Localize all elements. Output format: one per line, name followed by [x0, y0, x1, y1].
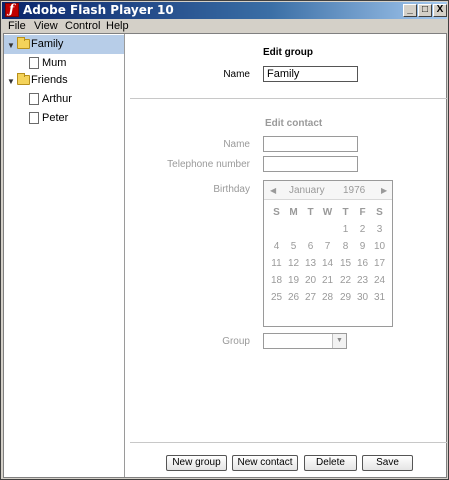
calendar-weekday: S — [376, 207, 383, 218]
calendar-day[interactable]: 27 — [302, 292, 319, 303]
folder-icon — [17, 37, 30, 49]
calendar-day[interactable]: 31 — [371, 292, 388, 303]
calendar-weekday: M — [289, 207, 298, 218]
group-select[interactable]: ▼ — [263, 333, 347, 349]
telephone-label: Telephone number — [167, 159, 250, 170]
new-contact-button[interactable]: New contact — [232, 455, 298, 471]
calendar-day[interactable]: 30 — [354, 292, 371, 303]
calendar-day[interactable]: 17 — [371, 258, 388, 269]
calendar-day[interactable]: 16 — [354, 258, 371, 269]
edit-contact-heading: Edit contact — [265, 118, 323, 129]
next-month-icon[interactable]: ▶ — [381, 186, 387, 195]
calendar-day[interactable]: 28 — [319, 292, 336, 303]
contact-icon — [29, 93, 39, 105]
menu-bar: File View Control Help — [2, 19, 447, 33]
contact-name-label: Name — [223, 139, 250, 150]
contact-icon — [29, 112, 39, 124]
tree-item-label: Family — [31, 38, 64, 50]
calendar-month: January — [289, 185, 325, 196]
maximize-button[interactable]: □ — [418, 4, 432, 17]
menu-view[interactable]: View — [34, 20, 58, 32]
close-button[interactable]: X — [433, 4, 447, 17]
calendar-day[interactable]: 15 — [337, 258, 354, 269]
calendar-weekday: T — [342, 207, 349, 218]
calendar-day[interactable]: 7 — [319, 241, 336, 252]
calendar-weekday: W — [322, 207, 333, 218]
menu-help[interactable]: Help — [106, 20, 129, 32]
group-name-label: Name — [223, 69, 250, 80]
calendar-day[interactable]: 4 — [268, 241, 285, 252]
group-name-field[interactable]: Family — [263, 66, 358, 82]
calendar-day[interactable]: 5 — [285, 241, 302, 252]
calendar-day[interactable]: 12 — [285, 258, 302, 269]
section-divider — [130, 98, 448, 99]
group-label: Group — [222, 336, 250, 347]
calendar-day[interactable]: 24 — [371, 275, 388, 286]
menu-file[interactable]: File — [8, 20, 26, 32]
calendar-day[interactable]: 14 — [319, 258, 336, 269]
title-bar[interactable]: Adobe Flash Player 10 _ □ X — [2, 2, 447, 19]
calendar-weekday: F — [359, 207, 366, 218]
flash-player-window: Adobe Flash Player 10 _ □ X File View Co… — [0, 0, 449, 480]
calendar-day[interactable]: 19 — [285, 275, 302, 286]
tree-item-family[interactable]: ▼ Family — [4, 35, 124, 54]
edit-panel: Edit group Name Family Edit contact Name… — [126, 34, 448, 477]
calendar-day[interactable]: 8 — [337, 241, 354, 252]
edit-group-heading: Edit group — [263, 47, 313, 58]
calendar-day[interactable]: 25 — [268, 292, 285, 303]
calendar-day[interactable]: 22 — [337, 275, 354, 286]
expand-arrow-icon[interactable]: ▼ — [7, 41, 15, 50]
chevron-down-icon[interactable]: ▼ — [332, 334, 346, 348]
telephone-field[interactable] — [263, 156, 358, 172]
calendar-day[interactable]: 10 — [371, 241, 388, 252]
calendar-year: 1976 — [343, 185, 366, 196]
calendar-day[interactable]: 20 — [302, 275, 319, 286]
tree-item-label: Peter — [42, 112, 69, 124]
flash-app-icon — [5, 2, 19, 17]
menu-control[interactable]: Control — [65, 20, 100, 32]
folder-icon — [17, 73, 30, 85]
contact-name-field[interactable] — [263, 136, 358, 152]
tree-item-friends[interactable]: ▼ Friends — [4, 71, 124, 90]
contact-tree: ▼ Family Mum ▼ Friends Arthur Peter — [4, 34, 125, 477]
tree-item-peter[interactable]: Peter — [4, 109, 124, 128]
calendar-day[interactable]: 11 — [268, 258, 285, 269]
expand-arrow-icon[interactable]: ▼ — [7, 77, 15, 86]
save-button[interactable]: Save — [362, 455, 413, 471]
calendar-day[interactable]: 3 — [371, 224, 388, 235]
calendar-day[interactable]: 18 — [268, 275, 285, 286]
calendar-day[interactable]: 13 — [302, 258, 319, 269]
calendar-day[interactable]: 2 — [354, 224, 371, 235]
delete-button[interactable]: Delete — [304, 455, 357, 471]
tree-item-label: Friends — [31, 74, 68, 86]
minimize-button[interactable]: _ — [403, 4, 417, 17]
tree-item-arthur[interactable]: Arthur — [4, 90, 124, 109]
app-content: ▼ Family Mum ▼ Friends Arthur Peter Edit… — [3, 33, 448, 478]
calendar-day[interactable]: 29 — [337, 292, 354, 303]
calendar-day[interactable]: 6 — [302, 241, 319, 252]
tree-item-label: Arthur — [42, 93, 72, 105]
new-group-button[interactable]: New group — [166, 455, 227, 471]
calendar-weekday: S — [273, 207, 280, 218]
calendar-day[interactable]: 21 — [319, 275, 336, 286]
calendar-weekday: T — [307, 207, 314, 218]
prev-month-icon[interactable]: ◀ — [270, 186, 276, 195]
calendar-header: ◀ January 1976 ▶ — [264, 181, 392, 200]
birthday-date-chooser[interactable]: ◀ January 1976 ▶ S M T W T F S 1 2 3 4 5 6 7 8 9 10 11 12 1… — [263, 180, 393, 327]
button-bar-divider — [130, 442, 448, 443]
calendar-day[interactable]: 26 — [285, 292, 302, 303]
contact-icon — [29, 57, 39, 69]
window-title: Adobe Flash Player 10 — [23, 3, 174, 17]
birthday-label: Birthday — [213, 184, 250, 195]
calendar-day[interactable]: 23 — [354, 275, 371, 286]
calendar-day[interactable]: 9 — [354, 241, 371, 252]
tree-item-label: Mum — [42, 57, 67, 69]
calendar-day[interactable]: 1 — [337, 224, 354, 235]
